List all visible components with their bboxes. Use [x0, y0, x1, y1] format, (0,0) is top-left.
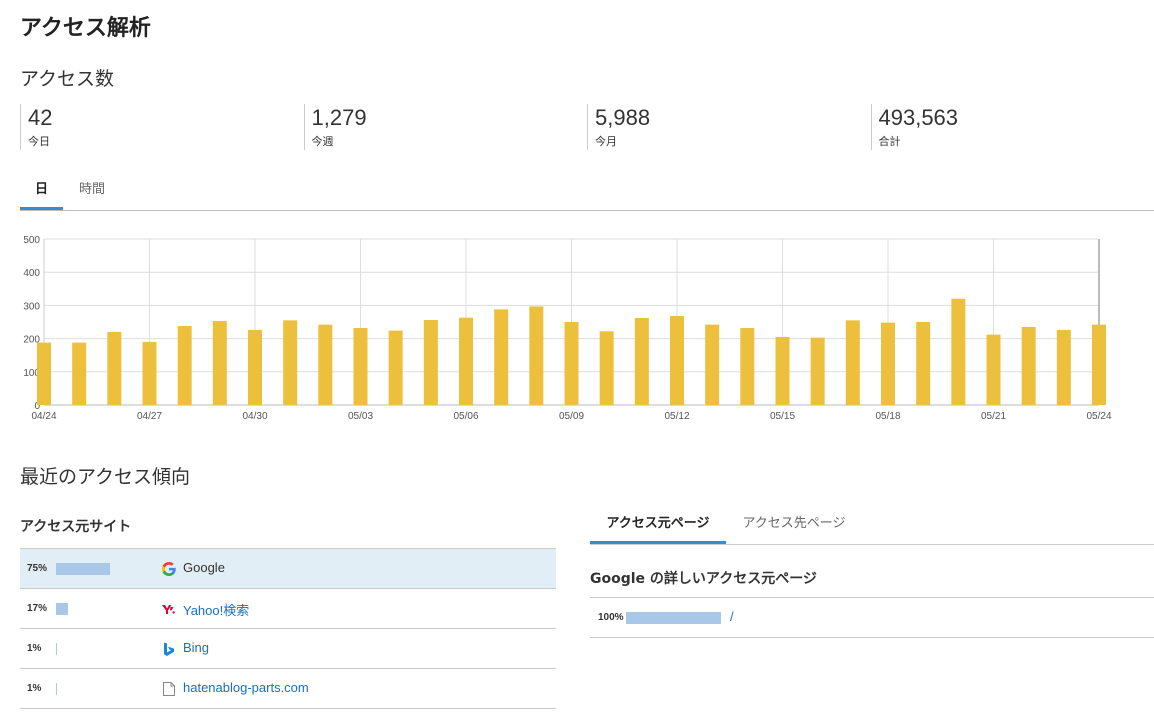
recent-trend-heading: 最近のアクセス傾向 [20, 466, 191, 488]
chart-bar [1056, 329, 1071, 405]
chart-bar [740, 327, 755, 405]
stat-label: 今日 [28, 135, 50, 148]
site-row-google[interactable]: 75% Google [20, 549, 556, 589]
site-name-link[interactable]: hatenablog-parts.com [183, 680, 309, 695]
referrer-sites-heading: アクセス元サイト [20, 519, 132, 535]
page-row[interactable]: 100% / [590, 598, 1154, 638]
stat-value: 1,279 [311, 105, 367, 130]
page-percent: 100% [598, 612, 624, 623]
site-percent: 1% [27, 643, 42, 654]
chart-bar [72, 342, 87, 405]
x-tick-label: 04/24 [31, 411, 56, 422]
chart-bar [845, 320, 860, 405]
x-tick-label: 05/24 [1086, 411, 1111, 422]
chart-bar [142, 341, 157, 405]
chart-bar [529, 306, 544, 405]
chart-bar [916, 322, 931, 405]
y-tick-label: 400 [23, 268, 40, 279]
site-row-hatenablog-parts[interactable]: 1% hatenablog-parts.com [20, 669, 556, 709]
access-count-heading: アクセス数 [20, 68, 115, 90]
site-share-bar [56, 603, 68, 615]
page-share-bar [626, 612, 721, 624]
chart-bar [599, 331, 614, 405]
chart-bar [775, 336, 790, 405]
x-tick-label: 05/15 [770, 411, 795, 422]
site-share-bar [56, 643, 57, 655]
x-tick-label: 05/09 [559, 411, 584, 422]
site-row-bing[interactable]: 1% Bing [20, 629, 556, 669]
chart-bar [634, 318, 649, 405]
x-tick-label: 05/21 [981, 411, 1006, 422]
stat-value: 5,988 [595, 105, 651, 130]
chart-bar [423, 320, 438, 405]
site-percent: 75% [27, 563, 48, 574]
page-path-link[interactable]: / [730, 609, 734, 624]
chart-bar [318, 324, 333, 405]
stat-month: 5,988 今月 [587, 104, 871, 150]
yahoo-icon [161, 601, 177, 617]
stat-label: 今月 [595, 135, 617, 148]
tab-destination-page[interactable]: アクセス先ページ [730, 510, 858, 544]
tab-day[interactable]: 日 [20, 178, 63, 210]
stat-label: 合計 [878, 135, 901, 148]
chart-bar [353, 327, 368, 405]
period-tabs: 日 時間 [20, 178, 1154, 211]
stat-total: 493,563 合計 [870, 104, 1154, 150]
x-tick-label: 05/03 [348, 411, 373, 422]
site-name: Google [183, 560, 225, 575]
site-percent: 1% [27, 683, 42, 694]
site-name-link[interactable]: Yahoo!検索 [183, 600, 249, 619]
chart-bar [1021, 326, 1036, 405]
x-tick-label: 05/12 [664, 411, 689, 422]
chart-bar [564, 322, 579, 405]
chart-bar [459, 317, 473, 405]
chart-bar [248, 329, 262, 405]
y-tick-label: 500 [23, 235, 40, 246]
stat-label: 今週 [311, 135, 334, 148]
page-tabs: アクセス元ページ アクセス先ページ [590, 510, 1154, 545]
access-stats: 42 今日 1,279 今週 5,988 今月 493,563 合計 [20, 104, 1154, 150]
y-tick-label: 300 [23, 301, 40, 312]
x-tick-label: 04/30 [242, 411, 267, 422]
tab-hour[interactable]: 時間 [72, 178, 112, 210]
google-detail-heading: Google の詳しいアクセス元ページ [590, 571, 817, 587]
tab-referrer-page[interactable]: アクセス元ページ [590, 510, 726, 544]
chart-bar [810, 337, 825, 405]
chart-bar [670, 316, 684, 405]
chart-bar [177, 325, 192, 405]
site-share-bar [56, 683, 57, 695]
chart-bar [494, 309, 509, 405]
site-name-link[interactable]: Bing [183, 640, 209, 655]
x-tick-label: 05/18 [875, 411, 900, 422]
bing-icon [161, 641, 177, 657]
referrer-sites-table: 75% Google 17% Yahoo!検索 1% Bing 1% haten… [20, 548, 556, 709]
document-icon [161, 681, 177, 697]
stat-week: 1,279 今週 [303, 104, 588, 150]
chart-bar [212, 321, 227, 405]
stat-value: 493,563 [878, 105, 959, 130]
chart-bar [951, 298, 966, 405]
google-icon [161, 561, 177, 577]
chart-bar [705, 324, 720, 405]
chart-bar [283, 320, 298, 405]
x-tick-label: 05/06 [453, 411, 478, 422]
chart-bar [107, 331, 122, 405]
referrer-pages-table: 100% / [590, 597, 1154, 638]
stat-today: 42 今日 [20, 104, 304, 150]
chart-bar [986, 334, 1001, 405]
stat-value: 42 [28, 105, 53, 130]
chart-bar [1092, 324, 1106, 405]
chart-bar [37, 342, 51, 405]
x-tick-label: 04/27 [137, 411, 162, 422]
chart-bar [881, 322, 895, 405]
chart-bar [388, 330, 403, 405]
site-row-yahoo[interactable]: 17% Yahoo!検索 [20, 589, 556, 629]
daily-access-chart: 010020030040050004/24 04/27 04/30 05/03 05/0… [23, 235, 1112, 422]
site-percent: 17% [27, 603, 48, 614]
site-share-bar [56, 563, 110, 575]
page-title: アクセス解析 [20, 16, 151, 41]
